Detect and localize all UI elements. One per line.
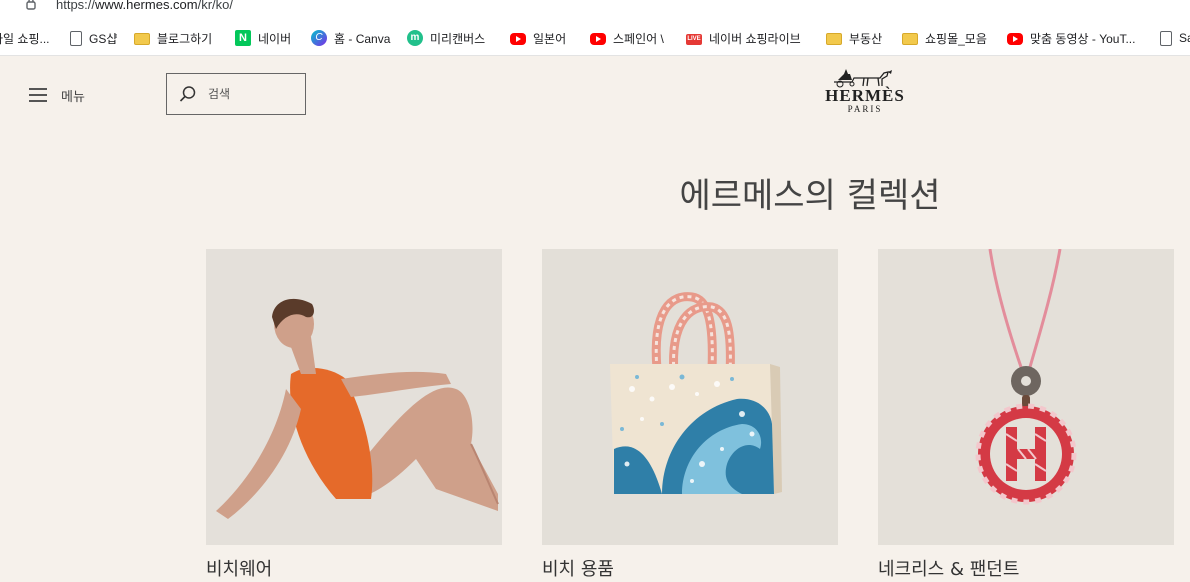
carriage-logo-icon: [834, 69, 892, 88]
browser-address-bar[interactable]: https://www.hermes.com/kr/ko/: [0, 0, 1190, 18]
bookmark-label: 네이버 쇼핑라이브: [709, 31, 801, 46]
bookmark-item[interactable]: 블로그하기: [134, 29, 212, 47]
bookmark-label: 홈 - Canva: [334, 31, 391, 46]
bookmark-item[interactable]: Sa: [1158, 29, 1190, 47]
bookmark-item[interactable]: 맞춤 동영상 - YouT...: [1007, 29, 1135, 47]
beach-bag-image: [542, 249, 838, 545]
collection-card-beach-accessories[interactable]: 비치 용품: [542, 249, 838, 581]
folder-icon: [826, 33, 842, 45]
bookmark-label: Sa: [1179, 31, 1190, 45]
bookmark-label: 미리캔버스: [430, 31, 486, 46]
bookmark-item[interactable]: 파일 쇼핑...: [0, 29, 50, 47]
site-header: 메뉴 HERMÈS PARIS: [0, 57, 1190, 133]
live-icon: LIVE: [686, 34, 702, 45]
bookmarks-bar: 파일 쇼핑... GS샵 블로그하기 N 네이버 C 홈 - Canva m 미…: [0, 18, 1190, 56]
bookmark-item[interactable]: N 네이버: [235, 29, 291, 47]
card-label: 비치 용품: [542, 559, 614, 580]
pendant-image: [878, 249, 1174, 545]
url-protocol: https://: [56, 0, 96, 12]
bookmark-item[interactable]: m 미리캔버스: [407, 29, 485, 47]
bookmark-item[interactable]: 쇼핑몰_모음: [902, 29, 987, 47]
bookmark-item[interactable]: GS샵: [68, 29, 117, 47]
bookmark-label: 블로그하기: [157, 31, 213, 46]
bookmark-label: 맞춤 동영상 - YouT...: [1030, 31, 1136, 46]
document-icon: [70, 30, 82, 46]
naver-icon: N: [235, 30, 251, 46]
beachwear-image: [206, 249, 502, 545]
bookmark-item[interactable]: 부동산: [826, 29, 882, 47]
bookmark-item[interactable]: LIVE 네이버 쇼핑라이브: [686, 29, 801, 47]
folder-icon: [902, 33, 918, 45]
bookmark-label: 네이버: [258, 31, 292, 46]
lock-icon: [26, 0, 36, 10]
hermes-logo[interactable]: HERMÈS PARIS: [815, 68, 915, 120]
bookmark-label: 쇼핑몰_모음: [925, 31, 987, 46]
card-label: 비치웨어: [206, 559, 273, 580]
document-icon: [1160, 30, 1172, 46]
bookmark-label: 일본어: [533, 31, 567, 46]
bookmark-label: 스페인어 \: [613, 31, 664, 46]
youtube-icon: [1007, 33, 1023, 45]
bookmark-item[interactable]: C 홈 - Canva: [311, 29, 390, 47]
bookmark-item[interactable]: 일본어: [510, 29, 566, 47]
menu-label: 메뉴: [61, 89, 85, 105]
youtube-icon: [510, 33, 526, 45]
url-text[interactable]: https://www.hermes.com/kr/ko/: [56, 0, 233, 12]
collection-card-beachwear[interactable]: 비치웨어: [206, 249, 502, 581]
bookmark-label: 파일 쇼핑...: [0, 31, 50, 46]
hamburger-icon: [29, 88, 47, 102]
main-content: 에르메스의 컬렉션 비치웨어 비치 용품 네크리스 & 팬던트: [0, 133, 1190, 582]
card-label: 네크리스 & 팬던트: [878, 559, 1020, 580]
folder-icon: [134, 33, 150, 45]
url-host: www.hermes.com: [95, 0, 198, 12]
canva-icon: C: [311, 30, 327, 46]
search-input[interactable]: [208, 87, 298, 101]
youtube-icon: [590, 33, 606, 45]
logo-wordmark: HERMÈS: [825, 86, 905, 105]
section-title: 에르메스의 컬렉션: [679, 176, 941, 216]
url-path: /kr/ko/: [197, 0, 234, 12]
search-box[interactable]: [166, 73, 306, 115]
bookmark-label: GS샵: [89, 31, 118, 46]
menu-button[interactable]: 메뉴: [29, 85, 85, 105]
bookmark-label: 부동산: [849, 31, 883, 46]
search-icon: [179, 86, 196, 102]
miricanvas-icon: m: [407, 30, 423, 46]
bookmark-item[interactable]: 스페인어 \: [590, 29, 664, 47]
logo-subtext: PARIS: [847, 104, 883, 114]
collection-card-necklaces-pendants[interactable]: 네크리스 & 팬던트: [878, 249, 1174, 581]
